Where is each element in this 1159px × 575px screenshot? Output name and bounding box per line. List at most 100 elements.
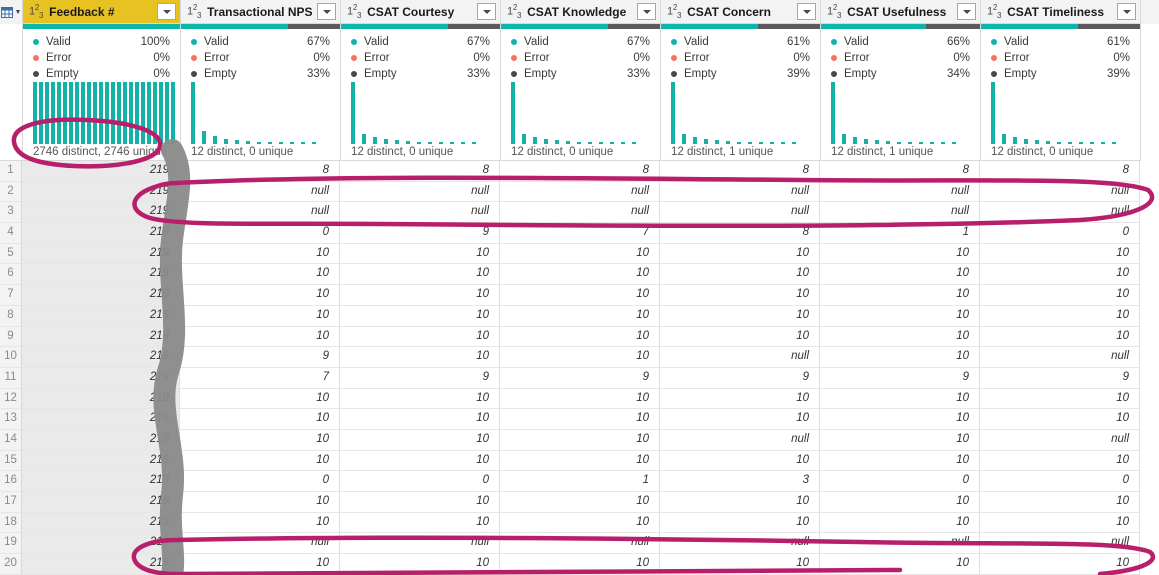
table-row[interactable]: 10 219 9 10 10 null 10 null (0, 347, 1159, 368)
table-row[interactable]: 3 219 null null null null null null (0, 202, 1159, 224)
table-cell[interactable]: 10 (500, 429, 660, 451)
column-header-csat-concern[interactable]: 123 CSAT Concern (661, 0, 821, 24)
table-row[interactable]: 20 219 10 10 10 10 10 10 (0, 554, 1159, 575)
table-cell[interactable]: 219 (22, 450, 180, 472)
table-cell[interactable]: 10 (500, 326, 660, 348)
table-cell[interactable]: 10 (660, 492, 820, 513)
table-cell[interactable]: 10 (660, 512, 820, 534)
table-cell[interactable]: 10 (820, 243, 980, 265)
table-cell[interactable]: 8 (660, 223, 820, 244)
table-cell[interactable]: 10 (340, 429, 500, 451)
table-cell[interactable]: 10 (180, 264, 340, 286)
table-cell[interactable]: 10 (660, 326, 820, 348)
table-cell[interactable]: 0 (980, 471, 1140, 492)
select-all-columns-button[interactable]: ▼ (0, 0, 23, 25)
table-cell[interactable]: 9 (980, 367, 1140, 389)
column-header-csat-knowledge[interactable]: 123 CSAT Knowledge (501, 0, 661, 24)
table-cell[interactable]: 219 (22, 367, 180, 389)
table-cell[interactable]: null (180, 181, 340, 203)
table-cell[interactable]: 10 (180, 243, 340, 265)
table-cell[interactable]: 10 (820, 409, 980, 430)
table-cell[interactable]: 10 (500, 450, 660, 472)
table-cell[interactable]: 219 (22, 409, 180, 430)
table-cell[interactable]: 219 (22, 471, 180, 492)
table-cell[interactable]: null (820, 533, 980, 555)
table-row[interactable]: 4 219 0 9 7 8 1 0 (0, 223, 1159, 244)
table-cell[interactable]: 10 (340, 450, 500, 472)
table-cell[interactable]: 10 (660, 409, 820, 430)
table-cell[interactable]: 10 (820, 429, 980, 451)
table-cell[interactable]: 1 (820, 223, 980, 244)
filter-dropdown-icon[interactable] (797, 3, 816, 20)
query-editor-data-grid[interactable]: ▼ 123 Feedback #123 Transactional NPS 123 CS… (0, 0, 1159, 575)
table-cell[interactable]: 10 (980, 492, 1140, 513)
table-cell[interactable]: 10 (660, 243, 820, 265)
table-cell[interactable]: 10 (500, 347, 660, 368)
table-cell[interactable]: 9 (340, 367, 500, 389)
table-row[interactable]: 7 219 10 10 10 10 10 10 (0, 285, 1159, 306)
table-cell[interactable]: 8 (660, 161, 820, 182)
table-row[interactable]: 15 219 10 10 10 10 10 10 (0, 450, 1159, 472)
table-cell[interactable]: 219 (22, 264, 180, 286)
table-cell[interactable]: 10 (820, 264, 980, 286)
table-cell[interactable]: 10 (820, 512, 980, 534)
table-cell[interactable]: 10 (820, 326, 980, 348)
table-cell[interactable]: 10 (180, 326, 340, 348)
table-cell[interactable]: 10 (500, 264, 660, 286)
value-distribution-histogram[interactable] (831, 82, 970, 144)
table-cell[interactable]: 10 (820, 285, 980, 306)
table-cell[interactable]: 8 (500, 161, 660, 182)
table-cell[interactable]: 9 (180, 347, 340, 368)
table-cell[interactable]: 7 (500, 223, 660, 244)
table-cell[interactable]: 10 (340, 388, 500, 410)
table-cell[interactable]: 0 (180, 223, 340, 244)
table-cell[interactable]: null (500, 202, 660, 224)
column-header-csat-courtesy[interactable]: 123 CSAT Courtesy (341, 0, 501, 24)
table-cell[interactable]: 10 (340, 326, 500, 348)
table-cell[interactable]: 9 (820, 367, 980, 389)
table-cell[interactable]: 10 (500, 388, 660, 410)
table-cell[interactable]: 10 (660, 285, 820, 306)
table-cell[interactable]: 8 (180, 161, 340, 182)
table-cell[interactable]: 8 (980, 161, 1140, 182)
table-cell[interactable]: 219 (22, 492, 180, 513)
column-header-csat-timeliness[interactable]: 123 CSAT Timeliness (981, 0, 1141, 24)
table-cell[interactable]: 10 (980, 264, 1140, 286)
value-distribution-histogram[interactable] (671, 82, 810, 144)
table-cell[interactable]: 7 (180, 367, 340, 389)
table-cell[interactable]: 10 (660, 388, 820, 410)
table-cell[interactable]: 8 (820, 161, 980, 182)
table-cell[interactable]: 10 (180, 285, 340, 306)
table-cell[interactable]: 219 (22, 285, 180, 306)
table-cell[interactable]: 10 (500, 305, 660, 327)
table-cell[interactable]: null (980, 202, 1140, 224)
column-header-feedback[interactable]: 123 Feedback # (23, 0, 181, 24)
value-distribution-histogram[interactable] (191, 82, 330, 144)
table-cell[interactable]: 10 (820, 554, 980, 575)
table-cell[interactable]: 10 (340, 409, 500, 430)
table-cell[interactable]: 219 (22, 429, 180, 451)
table-row[interactable]: 9 219 10 10 10 10 10 10 (0, 326, 1159, 348)
table-cell[interactable]: 0 (820, 471, 980, 492)
table-cell[interactable]: 219 (22, 326, 180, 348)
table-cell[interactable]: 10 (820, 388, 980, 410)
table-cell[interactable]: 10 (980, 450, 1140, 472)
table-cell[interactable]: 10 (820, 347, 980, 368)
table-cell[interactable]: 8 (340, 161, 500, 182)
table-cell[interactable]: 0 (340, 471, 500, 492)
table-cell[interactable]: null (980, 181, 1140, 203)
column-header-transactional-nps[interactable]: 123 Transactional NPS (181, 0, 341, 24)
table-cell[interactable]: 10 (340, 285, 500, 306)
table-cell[interactable]: null (340, 533, 500, 555)
filter-dropdown-icon[interactable] (637, 3, 656, 20)
table-cell[interactable]: 10 (980, 409, 1140, 430)
table-cell[interactable]: 10 (820, 305, 980, 327)
table-cell[interactable]: null (980, 429, 1140, 451)
table-cell[interactable]: 10 (980, 285, 1140, 306)
table-cell[interactable]: 3 (660, 471, 820, 492)
table-cell[interactable]: null (980, 347, 1140, 368)
filter-dropdown-icon[interactable] (1117, 3, 1136, 20)
table-cell[interactable]: 10 (820, 450, 980, 472)
table-cell[interactable]: 10 (980, 388, 1140, 410)
table-cell[interactable]: 10 (340, 347, 500, 368)
